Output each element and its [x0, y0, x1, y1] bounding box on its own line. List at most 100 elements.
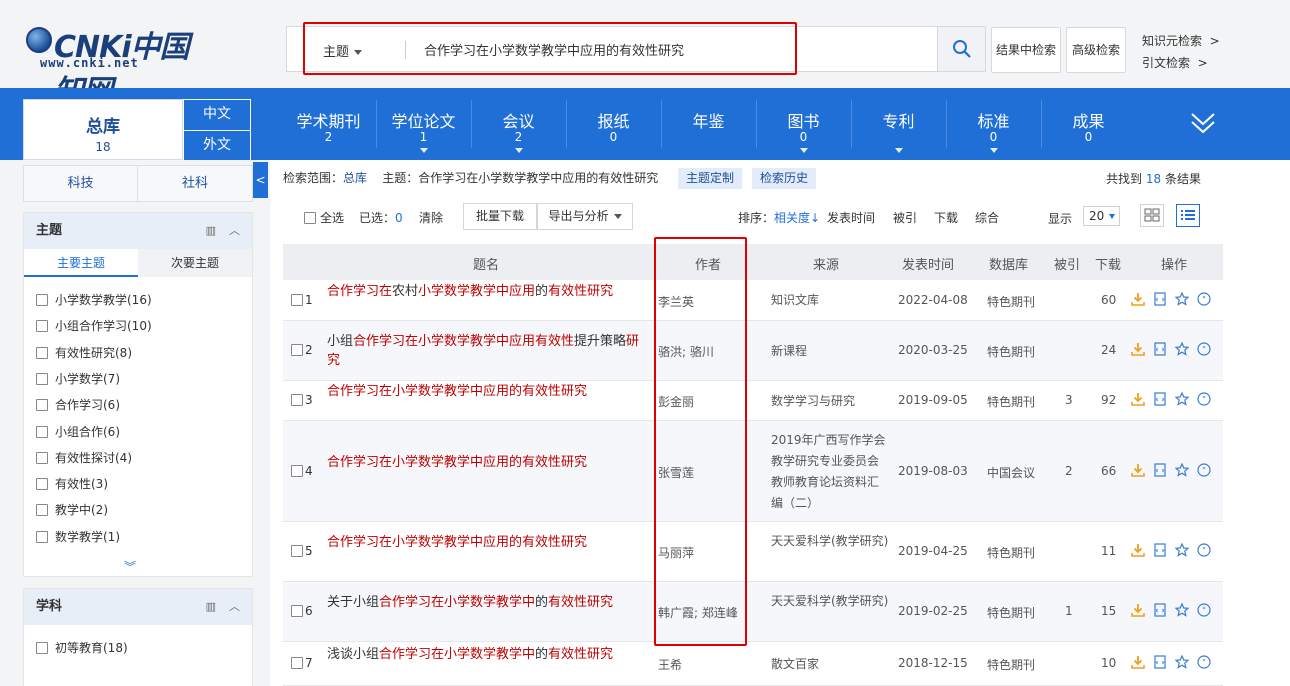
result-title-link[interactable]: 浅谈小组合作学习在小学数学教学中的有效性研究	[327, 645, 647, 664]
nav-expand-icon[interactable]	[1188, 108, 1218, 138]
checkbox[interactable]	[36, 478, 48, 491]
result-cited[interactable]: 2	[1065, 464, 1073, 478]
filter-item[interactable]: 小学数学教学(16)	[36, 291, 152, 309]
favorite-star-icon[interactable]	[1174, 654, 1190, 669]
nav-total-tab[interactable]: 总库 18	[23, 99, 183, 160]
favorite-star-icon[interactable]	[1174, 602, 1190, 617]
row-select[interactable]: 2	[291, 343, 313, 357]
quote-icon[interactable]: "	[1197, 463, 1211, 477]
checkbox[interactable]	[291, 465, 303, 477]
sort-relevance[interactable]: 相关度↓	[774, 209, 820, 226]
result-title-link[interactable]: 关于小组合作学习在小学数学教学中的有效性研究	[327, 593, 647, 612]
quote-icon[interactable]: "	[1197, 342, 1211, 356]
result-source[interactable]: 散文百家	[771, 654, 889, 675]
checkbox[interactable]	[36, 504, 48, 517]
result-source[interactable]: 新课程	[771, 341, 889, 362]
quote-icon[interactable]: "	[1197, 392, 1211, 406]
checkbox[interactable]	[291, 344, 303, 356]
favorite-star-icon[interactable]	[1174, 542, 1190, 557]
sort-download[interactable]: 下载	[934, 209, 958, 226]
filter-item[interactable]: 有效性探讨(4)	[36, 449, 132, 467]
bar-chart-icon[interactable]: ▥	[206, 589, 216, 625]
search-history-button[interactable]: 检索历史	[752, 168, 817, 189]
checkbox[interactable]	[36, 642, 48, 654]
checkbox[interactable]	[291, 394, 303, 406]
tab-science[interactable]: 科技	[24, 166, 138, 201]
html-read-icon[interactable]	[1153, 603, 1167, 617]
filter-item[interactable]: 小组合作学习(10)	[36, 317, 152, 335]
checkbox[interactable]	[291, 605, 303, 617]
advanced-search-button[interactable]: 高级检索	[1066, 27, 1126, 73]
search-button[interactable]	[937, 27, 985, 71]
nav-tab-5[interactable]: 年鉴	[661, 88, 756, 160]
checkbox[interactable]	[36, 320, 48, 333]
checkbox[interactable]	[36, 425, 48, 438]
result-author[interactable]: 王希	[658, 656, 682, 673]
cnki-logo[interactable]: CNKi中国知网 www.cnki.net	[26, 22, 208, 109]
bar-chart-icon[interactable]: ▥	[206, 213, 216, 249]
download-icon[interactable]	[1131, 292, 1145, 306]
filter-item[interactable]: 初等教育(18)	[36, 639, 128, 657]
tab-secondary-topic[interactable]: 次要主题	[138, 249, 252, 277]
grid-view-button[interactable]	[1140, 204, 1164, 227]
citation-search-link[interactable]: 引文检索 >	[1142, 52, 1220, 74]
download-icon[interactable]	[1131, 392, 1145, 406]
result-source[interactable]: 数学学习与研究	[771, 391, 889, 412]
nav-tab-2[interactable]: 学位论文 1	[376, 88, 471, 160]
checkbox[interactable]	[36, 372, 48, 385]
sidebar-collapse-button[interactable]: <	[253, 162, 268, 198]
batch-download-button[interactable]: 批量下载	[463, 203, 537, 230]
export-analysis-button[interactable]: 导出与分析	[537, 203, 633, 230]
result-source[interactable]: 知识文库	[771, 290, 889, 311]
search-in-results-button[interactable]: 结果中检索	[991, 27, 1061, 73]
download-icon[interactable]	[1131, 655, 1145, 669]
quote-icon[interactable]: "	[1197, 603, 1211, 617]
html-read-icon[interactable]	[1153, 655, 1167, 669]
nav-tab-1[interactable]: 学术期刊 2	[281, 88, 376, 160]
tab-social-science[interactable]: 社科	[138, 166, 252, 201]
favorite-star-icon[interactable]	[1174, 291, 1190, 306]
checkbox[interactable]	[36, 530, 48, 543]
quote-icon[interactable]: "	[1197, 543, 1211, 557]
show-more-icon[interactable]: ︾	[124, 558, 136, 575]
checkbox[interactable]	[36, 399, 48, 412]
clear-button[interactable]: 清除	[419, 209, 443, 226]
chevron-up-icon[interactable]: ︿	[229, 589, 240, 625]
html-read-icon[interactable]	[1153, 342, 1167, 356]
nav-tab-8[interactable]: 标准 0	[946, 88, 1041, 160]
row-select[interactable]: 1	[291, 293, 313, 307]
result-source[interactable]: 2019年广西写作学会教学研究专业委员会教师教育论坛资料汇编（二）	[771, 430, 889, 514]
result-cited[interactable]: 1	[1065, 604, 1073, 618]
download-icon[interactable]	[1131, 463, 1145, 477]
result-title-link[interactable]: 小组合作学习在小学数学教学中应用有效性提升策略研究	[327, 332, 647, 370]
row-select[interactable]: 6	[291, 604, 313, 618]
sort-composite[interactable]: 综合	[975, 209, 999, 226]
quote-icon[interactable]: "	[1197, 292, 1211, 306]
checkbox[interactable]	[291, 294, 303, 306]
download-icon[interactable]	[1131, 342, 1145, 356]
filter-item[interactable]: 有效性(3)	[36, 475, 108, 493]
result-title-link[interactable]: 合作学习在小学数学教学中应用的有效性研究	[327, 382, 647, 401]
result-source[interactable]: 天天爱科学(教学研究)	[771, 591, 889, 612]
quote-icon[interactable]: "	[1197, 655, 1211, 669]
nav-tab-9[interactable]: 成果 0	[1041, 88, 1136, 160]
checkbox[interactable]	[291, 545, 303, 557]
filter-item[interactable]: 教学中(2)	[36, 501, 108, 519]
row-select[interactable]: 7	[291, 656, 313, 670]
result-title-link[interactable]: 合作学习在小学数学教学中应用的有效性研究	[327, 533, 647, 552]
filter-item[interactable]: 有效性研究(8)	[36, 344, 132, 362]
checkbox[interactable]	[36, 451, 48, 464]
html-read-icon[interactable]	[1153, 543, 1167, 557]
nav-tab-3[interactable]: 会议 2	[471, 88, 566, 160]
filter-item[interactable]: 数学教学(1)	[36, 528, 120, 546]
page-size-select[interactable]: 20	[1083, 206, 1120, 226]
html-read-icon[interactable]	[1153, 292, 1167, 306]
download-icon[interactable]	[1131, 603, 1145, 617]
html-read-icon[interactable]	[1153, 392, 1167, 406]
html-read-icon[interactable]	[1153, 463, 1167, 477]
checkbox[interactable]	[36, 346, 48, 359]
scope-value[interactable]: 总库	[343, 171, 367, 185]
sort-cited[interactable]: 被引	[893, 209, 917, 226]
select-all-checkbox[interactable]: 全选	[304, 209, 344, 226]
nav-tab-4[interactable]: 报纸 0	[566, 88, 661, 160]
